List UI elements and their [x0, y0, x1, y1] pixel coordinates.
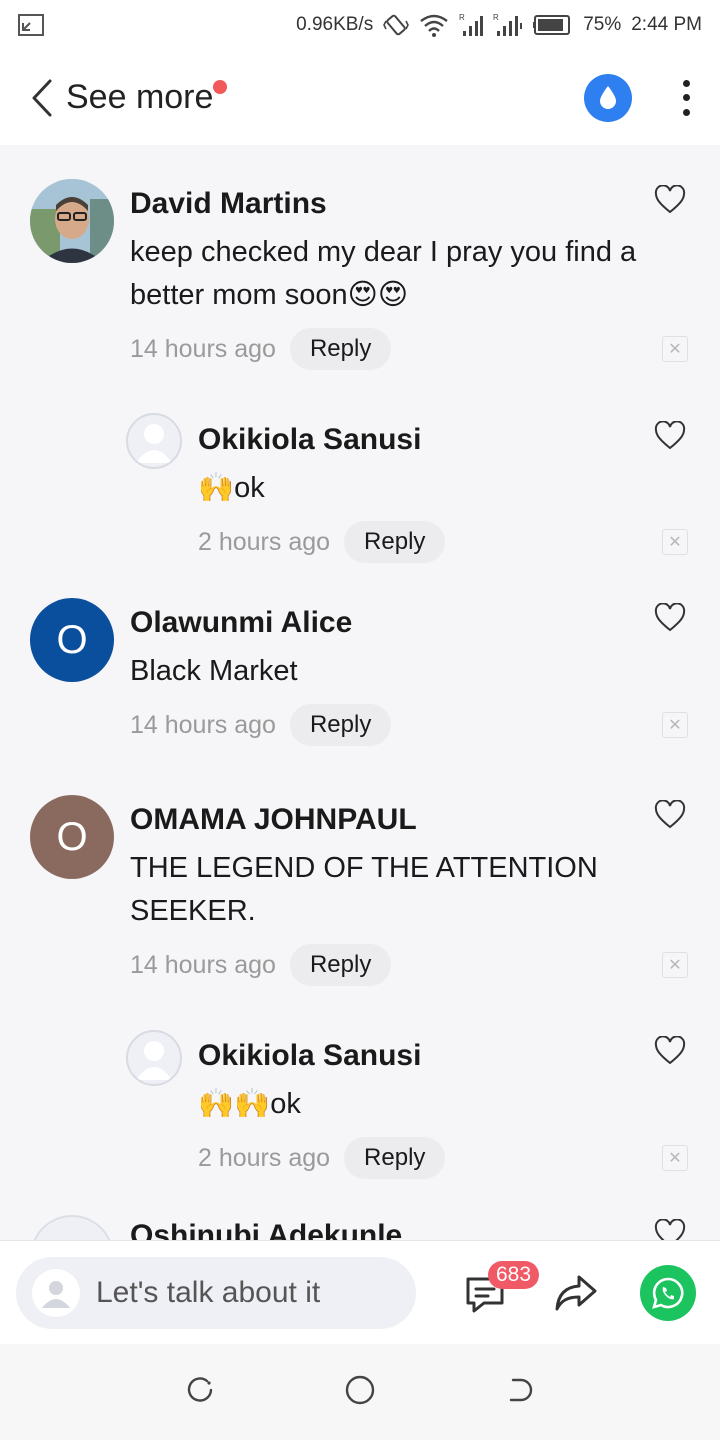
comment-meta: 2 hours ago Reply — [198, 1137, 446, 1179]
header: See more — [0, 50, 720, 145]
comment-list[interactable]: David Martins keep checked my dear I pra… — [0, 145, 720, 1240]
avatar-placeholder-icon[interactable] — [126, 1030, 182, 1086]
avatar-initial: O — [56, 617, 88, 662]
dot — [682, 94, 690, 101]
avatar[interactable]: O — [30, 795, 114, 879]
comment-meta: 14 hours ago Reply — [130, 328, 392, 370]
user-avatar-icon — [32, 1268, 80, 1317]
comment-meta: 14 hours ago Reply — [130, 704, 392, 746]
comment-text: 🙌🙌ok — [198, 1088, 301, 1120]
more-options-button[interactable] — [676, 78, 696, 118]
share-arrow-icon — [555, 1275, 597, 1311]
comment-time: 2 hours ago — [198, 527, 331, 556]
comment-time: 14 hours ago — [130, 334, 276, 363]
reply-button[interactable]: Reply — [344, 521, 446, 563]
dismiss-icon[interactable]: ✕ — [662, 712, 688, 738]
vibrate-icon — [383, 12, 410, 38]
back-icon — [510, 1378, 533, 1401]
share-button[interactable] — [552, 1271, 600, 1315]
comment-item: David Martins keep checked my dear I pra… — [0, 145, 720, 385]
back-button[interactable]: See more — [30, 78, 228, 118]
svg-text:R: R — [493, 13, 499, 22]
like-heart-icon[interactable] — [654, 1219, 686, 1240]
wifi-icon — [419, 13, 449, 37]
reply-button[interactable]: Reply — [289, 328, 392, 370]
home-icon — [345, 1375, 375, 1404]
dismiss-icon[interactable]: ✕ — [662, 952, 688, 978]
back-nav-button[interactable] — [505, 1375, 535, 1410]
water-drop-button[interactable] — [584, 73, 632, 122]
notification-dot — [213, 79, 228, 94]
reply-button[interactable]: Reply — [289, 944, 392, 986]
comment-time: 14 hours ago — [130, 710, 276, 739]
reply-item: Okikiola Sanusi 🙌🙌ok 2 hours ago Reply ✕ — [0, 1030, 720, 1205]
dismiss-icon[interactable]: ✕ — [662, 1145, 688, 1171]
comment-count-badge: 683 — [488, 1261, 540, 1289]
avatar-initial: O — [56, 814, 88, 859]
like-heart-icon[interactable] — [654, 800, 686, 830]
commenter-name[interactable]: Oshinubi Adekunle — [130, 1219, 402, 1240]
comment-composer-bar: 683 — [0, 1240, 720, 1344]
commenter-name[interactable]: Olawunmi Alice — [130, 606, 352, 640]
commenter-name[interactable]: Okikiola Sanusi — [198, 1039, 421, 1073]
signal-icon: R — [459, 13, 484, 37]
dismiss-icon[interactable]: ✕ — [662, 336, 688, 362]
like-heart-icon[interactable] — [654, 1036, 686, 1066]
comment-item: O OMAMA JOHNPAUL THE LEGEND OF THE ATTEN… — [0, 785, 720, 1030]
battery-percent: 75% — [583, 14, 622, 35]
reply-button[interactable]: Reply — [289, 704, 392, 746]
dot — [682, 79, 690, 87]
reply-item: Okikiola Sanusi 🙌ok 2 hours ago Reply ✕ — [0, 385, 720, 585]
water-drop-icon — [600, 85, 616, 109]
dismiss-icon[interactable]: ✕ — [662, 529, 688, 555]
comment-input[interactable] — [96, 1275, 396, 1310]
whatsapp-icon — [652, 1277, 684, 1309]
whatsapp-share-button[interactable] — [640, 1265, 696, 1321]
comment-text: Black Market — [130, 655, 298, 687]
avatar[interactable] — [30, 179, 114, 263]
like-heart-icon[interactable] — [654, 185, 686, 215]
home-button[interactable] — [344, 1374, 376, 1411]
signal-icon: R — [493, 13, 523, 37]
recent-apps-icon — [187, 1376, 212, 1402]
comment-item: O Olawunmi Alice Black Market 14 hours a… — [0, 585, 720, 785]
reply-button[interactable]: Reply — [344, 1137, 446, 1179]
battery-icon — [533, 14, 573, 36]
comment-meta: 14 hours ago Reply — [130, 944, 392, 986]
chevron-left-icon — [32, 79, 52, 116]
svg-text:R: R — [459, 13, 465, 22]
like-heart-icon[interactable] — [654, 603, 686, 633]
status-bar: 0.96KB/s R R 75% 2:44 PM — [0, 0, 720, 50]
comment-text: 🙌ok — [198, 472, 265, 504]
comment-input-wrap[interactable] — [16, 1256, 416, 1329]
avatar-placeholder-icon[interactable] — [30, 1215, 114, 1240]
comment-meta: 2 hours ago Reply — [198, 521, 446, 563]
commenter-name[interactable]: Okikiola Sanusi — [198, 423, 421, 457]
system-navigation-bar — [0, 1344, 720, 1440]
comment-text: THE LEGEND OF THE ATTENTION SEEKER. — [130, 852, 598, 927]
commenter-name[interactable]: OMAMA JOHNPAUL — [130, 803, 417, 837]
network-speed: 0.96KB/s — [296, 14, 374, 35]
back-label: See more — [66, 78, 214, 116]
recent-apps-button[interactable] — [185, 1375, 215, 1410]
avatar[interactable]: O — [30, 598, 114, 682]
comment-time: 2 hours ago — [198, 1143, 331, 1172]
dot — [682, 108, 690, 116]
commenter-name[interactable]: David Martins — [130, 187, 327, 221]
comment-item: Oshinubi Adekunle — [0, 1205, 720, 1240]
comment-time: 14 hours ago — [130, 950, 276, 979]
like-heart-icon[interactable] — [654, 421, 686, 451]
avatar-placeholder-icon[interactable] — [126, 413, 182, 469]
clock: 2:44 PM — [631, 14, 702, 35]
screen-cast-icon — [18, 14, 44, 36]
comment-text: keep checked my dear I pray you find a b… — [130, 236, 637, 311]
